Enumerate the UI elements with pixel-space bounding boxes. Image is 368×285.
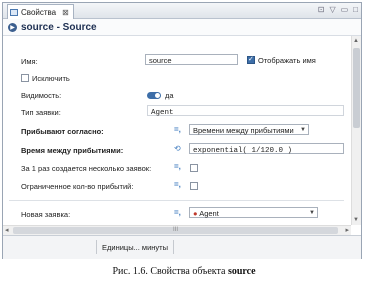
exclude-checkbox[interactable]: [21, 74, 29, 82]
view-toolbar: ⊡ ▽ ▭ □: [318, 5, 358, 14]
interarrival-input[interactable]: exponential( 1/120.0 ): [189, 143, 344, 155]
horizontal-scrollbar[interactable]: ◂ III ▸: [3, 225, 351, 235]
interarrival-label: Время между прибытиями:: [21, 146, 124, 155]
status-bar: Единицы... минуты: [3, 235, 361, 259]
arrive-select[interactable]: Времени между прибытиями ▼: [189, 124, 309, 135]
scroll-left-icon[interactable]: ◂: [5, 226, 9, 234]
page-title: source - Source: [21, 21, 97, 33]
chevron-down-icon: ▼: [309, 210, 315, 216]
show-name-checkbox[interactable]: [247, 55, 255, 64]
figure-caption: Рис. 1.6. Свойства объекта source: [0, 266, 368, 277]
minimize-icon[interactable]: ▭: [341, 5, 349, 14]
interarrival-value: exponential( 1/120.0 ): [193, 147, 293, 155]
new-request-select[interactable]: ● Agent ▼: [189, 207, 318, 218]
pin-icon[interactable]: ⊡: [318, 5, 325, 14]
limited-label: Ограниченное кол-во прибытий:: [21, 182, 134, 191]
tab-properties[interactable]: Свойства ⊠: [7, 4, 74, 19]
equals-icon[interactable]: =,: [174, 180, 181, 189]
equals-icon[interactable]: =,: [174, 208, 181, 217]
units-status[interactable]: Единицы... минуты: [96, 240, 174, 254]
arrive-label: Прибывают согласно:: [21, 127, 104, 136]
agent-icon: ●: [193, 209, 198, 218]
menu-icon[interactable]: ▽: [329, 5, 335, 14]
tab-bar: Свойства ⊠ ⊡ ▽ ▭ □: [3, 3, 361, 19]
source-block-icon: ▶: [8, 22, 17, 32]
visibility-label: Видимость:: [21, 91, 62, 100]
visibility-value: да: [165, 91, 174, 100]
multi-checkbox[interactable]: [190, 164, 198, 172]
properties-icon: [10, 8, 18, 16]
maximize-icon[interactable]: □: [353, 5, 358, 14]
request-type-field[interactable]: Agent: [147, 105, 344, 117]
name-label: Имя:: [21, 57, 38, 66]
visibility-toggle[interactable]: [147, 92, 161, 99]
object-header: ▶ source - Source: [3, 19, 361, 36]
arrive-value: Времени между прибытиями: [193, 126, 294, 135]
tab-label: Свойства: [21, 7, 57, 17]
request-type-label: Тип заявки:: [21, 108, 61, 117]
scroll-thumb[interactable]: III: [13, 227, 338, 234]
caption-object: source: [227, 266, 256, 277]
name-input[interactable]: source: [145, 54, 238, 65]
exclude-label: Исключить: [32, 74, 70, 83]
equals-icon[interactable]: =,: [174, 125, 181, 134]
scroll-up-icon[interactable]: ▲: [353, 38, 359, 44]
properties-form: Имя: source Отображать имя Исключить Вид…: [3, 36, 351, 225]
dynamic-icon[interactable]: ⟲: [174, 144, 181, 153]
divider: [9, 200, 344, 201]
new-request-label: Новая заявка:: [21, 210, 71, 219]
properties-panel: Свойства ⊠ ⊡ ▽ ▭ □ ▶ source - Source Имя…: [2, 2, 362, 259]
equals-icon[interactable]: =,: [174, 162, 181, 171]
multi-label: За 1 раз создается несколько заявок:: [21, 164, 152, 173]
vertical-scrollbar[interactable]: ▲ ▼: [351, 36, 361, 225]
new-request-value: Agent: [199, 209, 219, 218]
close-icon[interactable]: ⊠: [62, 8, 69, 17]
chevron-down-icon: ▼: [300, 127, 306, 133]
scroll-down-icon[interactable]: ▼: [353, 217, 359, 223]
scroll-right-icon[interactable]: ▸: [345, 226, 349, 234]
request-type-value: Agent: [151, 109, 174, 117]
limited-checkbox[interactable]: [190, 182, 198, 190]
caption-prefix: Рис. 1.6. Свойства объекта: [112, 266, 228, 277]
show-name-label: Отображать имя: [258, 56, 316, 65]
scroll-thumb[interactable]: [353, 48, 360, 128]
